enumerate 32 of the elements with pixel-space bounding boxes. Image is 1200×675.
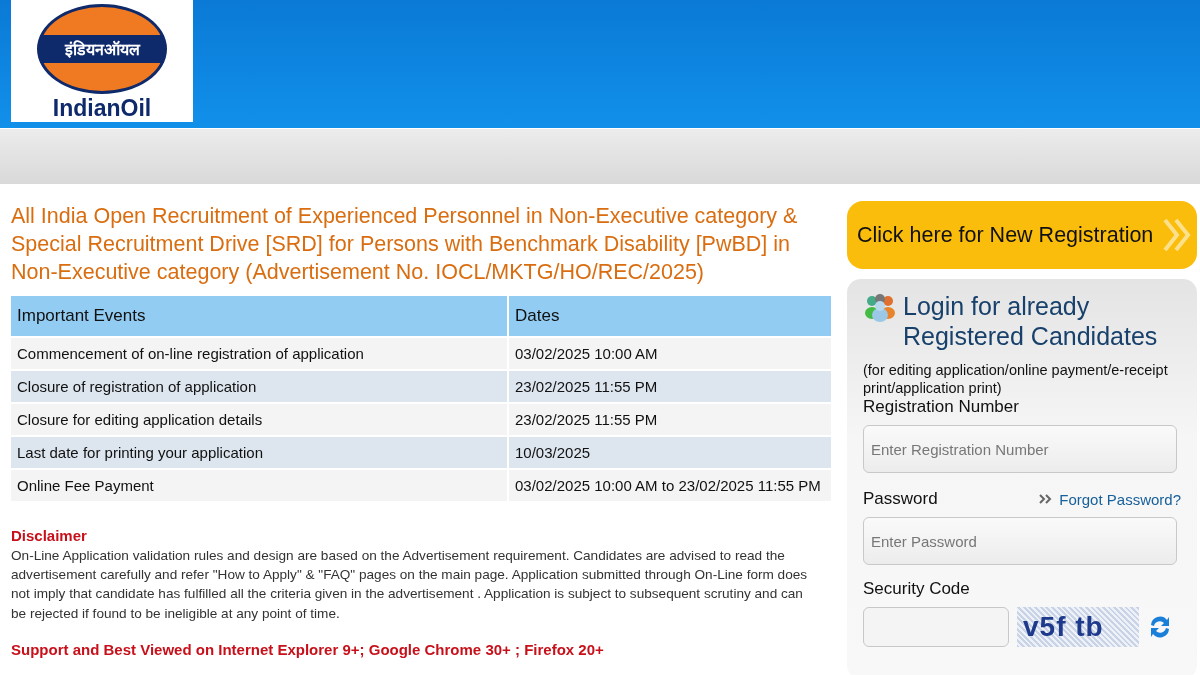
logo-wordmark: IndianOil [52,95,152,122]
field-label: Security Code [863,579,970,599]
disclaimer-heading: Disclaimer [11,527,88,544]
page-title: All India Open Recruitment of Experienced Personnel in Non-Executive category & Special Recruitment Drive [SRD] for Persons with Benchmark Disability [PwBD] in Non-Executive category (Advertisement No. IOCL/MKTG/HO/REC/2025) [11,203,799,286]
table-cell: Closure for editing application details [11,404,507,435]
users-icon [863,291,897,323]
table-cell: 23/02/2025 11:55 PM [509,404,831,435]
password-field[interactable]: Enter Password [863,517,1177,565]
field-label: Registration Number [863,397,1020,417]
column-header: Important Events [11,296,507,336]
table-cell: Online Fee Payment [11,470,507,501]
browser-support-note: Support and Best Viewed on Internet Explorer 9+; Google Chrome 30+ ; Firefox 20+ [11,640,605,658]
table-cell: 03/02/2025 10:00 AM to 23/02/2025 11:55 PM [509,470,831,501]
table-cell: 03/02/2025 10:00 AM [509,338,831,369]
table-cell: Commencement of on-line registration of application [11,338,507,369]
table-cell: 10/03/2025 [509,437,831,468]
captcha-image: v5f tb [1017,607,1139,647]
double-chevron-icon [1163,218,1191,252]
login-note: (for editing application/online payment/e-receipt print/application print) [863,361,1169,397]
double-chevron-icon [1039,494,1054,504]
login-title: Login for already Registered Candidates [903,291,1158,351]
table-cell: Last date for printing your application [11,437,507,468]
table-cell: Closure of registration of application [11,371,507,402]
security-code-field[interactable] [863,607,1009,647]
column-header: Dates [509,296,831,336]
logo-hindi-text: इंडियनऑयल [40,35,164,63]
field-label: Password [863,489,938,509]
new-registration-button[interactable]: Click here for New Registration [847,201,1197,269]
table-cell: 23/02/2025 11:55 PM [509,371,831,402]
disclaimer-text: On-Line Application validation rules and design are based on the Advertisement requirement. Candidates are advised to read the advertisement carefully and refer "How to Apply" & "FAQ" pages on the main page. Application submitted through On-Line form does not imply that candidate has fulfilled all the criteria given in the advertisement . Application is subject to subsequent scrutiny and can be rejected if found to be ineligible at any point of time. [11,547,809,623]
registration-number-field[interactable]: Enter Registration Number [863,425,1177,473]
forgot-password-link[interactable]: Forgot Password? [1039,490,1181,508]
